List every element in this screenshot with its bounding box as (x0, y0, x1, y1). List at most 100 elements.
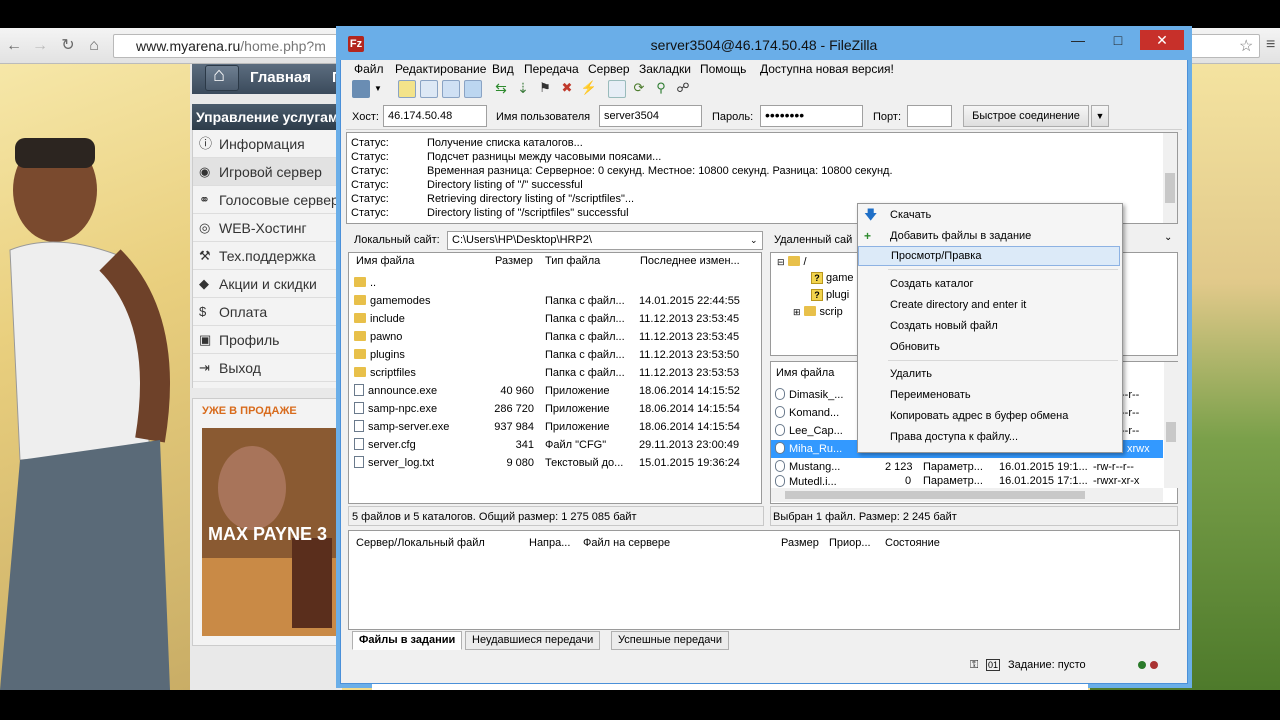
address-bar[interactable]: www.myarena.ru/home.php?m (113, 34, 343, 58)
menu-item-promotions[interactable]: ◆ Акции и скидки (193, 270, 343, 298)
menu-item-profile[interactable]: ▣ Профиль (193, 326, 343, 354)
table-row[interactable]: server_log.txt 9 080 Текстовый до... 15.01.… (354, 454, 758, 472)
scroll-thumb[interactable] (1166, 422, 1176, 442)
password-input[interactable]: •••••••• (760, 105, 863, 127)
tree-item-root[interactable]: ⊟ / (777, 253, 807, 271)
refresh-icon[interactable]: ⇆ (492, 80, 510, 98)
table-row[interactable]: samp-server.exe 937 984 Приложение 18.06.20… (354, 418, 758, 436)
tab-successful-transfers[interactable]: Успешные передачи (611, 631, 730, 650)
table-row[interactable]: plugins Папка с файл... 11.12.2013 23:53:5… (354, 346, 758, 364)
vertical-scrollbar[interactable] (1164, 362, 1178, 488)
queue-col-size[interactable]: Размер (781, 537, 819, 549)
address-bar-end[interactable]: ☆ (1188, 34, 1260, 58)
queue-col-direction[interactable]: Напра... (529, 537, 570, 549)
forward-arrow-icon[interactable]: → (30, 36, 50, 56)
process-queue-icon[interactable]: ⇣ (514, 80, 532, 98)
menu-item-permissions[interactable]: Права доступа к файлу... (858, 427, 1120, 447)
table-row[interactable]: announce.exe 40 960 Приложение 18.06.2014 1… (354, 382, 758, 400)
queue-col-status[interactable]: Состояние (885, 537, 940, 549)
menu-item-web-hosting[interactable]: ◎ WEB-Хостинг (193, 214, 343, 242)
menu-server[interactable]: Сервер (588, 62, 630, 76)
menu-view[interactable]: Вид (492, 62, 514, 76)
site-home-button[interactable]: ⌂ (205, 64, 239, 91)
search-files-icon[interactable]: ⚲ (652, 80, 670, 98)
chevron-down-icon[interactable]: ⌄ (750, 232, 758, 249)
quickconnect-button[interactable]: Быстрое соединение (963, 105, 1089, 127)
col-header-type[interactable]: Тип файла (545, 255, 600, 267)
close-icon[interactable]: ✕ (1140, 30, 1184, 50)
table-row[interactable]: include Папка с файл... 11.12.2013 23:53:4… (354, 310, 758, 328)
compare-icon[interactable] (608, 80, 626, 98)
remote-col-header-name[interactable]: Имя файла (776, 367, 834, 379)
tree-item[interactable]: ⊞ scrip (793, 303, 843, 321)
disconnect-icon[interactable]: ⚡ (580, 80, 598, 98)
horizontal-scrollbar[interactable] (771, 488, 1163, 502)
table-row[interactable]: .. (354, 274, 376, 292)
cancel-icon[interactable]: ✖ (558, 80, 576, 98)
tree-item[interactable]: ? plugi (811, 286, 849, 304)
menu-bookmarks[interactable]: Закладки (639, 62, 691, 76)
back-arrow-icon[interactable]: ← (4, 36, 24, 56)
queue-col-priority[interactable]: Приор... (829, 537, 871, 549)
toggle-log-icon[interactable] (398, 80, 416, 98)
table-row[interactable]: server.cfg 341 Файл "CFG" 29.11.2013 23:00:… (354, 436, 758, 454)
menu-item-rename[interactable]: Переименовать (858, 385, 1120, 405)
menu-item-create-file[interactable]: Создать новый файл (858, 316, 1120, 336)
star-icon[interactable]: ☆ (1239, 36, 1253, 56)
binoculars-icon[interactable]: ☍ (674, 80, 692, 98)
queue-col-server-local[interactable]: Сервер/Локальный файл (356, 537, 485, 549)
promo-banner[interactable]: MAX PAYNE 3 (202, 428, 342, 636)
menu-item-payment[interactable]: $ Оплата (193, 298, 343, 326)
table-row[interactable]: samp-npc.exe 286 720 Приложение 18.06.2014 … (354, 400, 758, 418)
menu-item-delete[interactable]: Удалить (858, 364, 1120, 384)
menu-item-view-edit[interactable]: Просмотр/Правка (858, 246, 1120, 266)
port-input[interactable] (907, 105, 952, 127)
sync-browse-icon[interactable]: ⟳ (630, 80, 648, 98)
minimize-icon[interactable]: — (1060, 30, 1096, 50)
log-scrollbar[interactable] (1163, 133, 1177, 223)
menu-edit[interactable]: Редактирование (395, 62, 486, 76)
scroll-thumb[interactable] (785, 491, 1085, 499)
menu-item-refresh[interactable]: Обновить (858, 337, 1120, 357)
local-path-input[interactable]: C:\Users\HP\Desktop\HRP2\ ⌄ (447, 231, 763, 250)
browser-menu-icon[interactable]: ≡ (1266, 36, 1275, 54)
menu-item-voice[interactable]: ⚭ Голосовые сервера (193, 186, 343, 214)
menu-item-logout[interactable]: ⇥ Выход (193, 354, 343, 382)
col-header-size[interactable]: Размер (495, 255, 533, 267)
tab-failed-transfers[interactable]: Неудавшиеся передачи (465, 631, 601, 650)
table-row[interactable]: gamemodes Папка с файл... 14.01.2015 22:44… (354, 292, 758, 310)
maximize-icon[interactable]: □ (1100, 30, 1136, 50)
toggle-remote-tree-icon[interactable] (442, 80, 460, 98)
quickconnect-dropdown-icon[interactable]: ▼ (1091, 105, 1109, 127)
host-input[interactable]: 46.174.50.48 (383, 105, 487, 127)
menu-item-game-server[interactable]: ◉ Игровой сервер (193, 158, 343, 186)
scroll-thumb[interactable] (1165, 173, 1175, 203)
home-icon[interactable]: ⌂ (84, 36, 104, 56)
col-header-name[interactable]: Имя файла (356, 255, 414, 267)
nav-home-link[interactable]: Главная (250, 64, 311, 92)
menu-item-support[interactable]: ⚒ Тех.поддержка (193, 242, 343, 270)
menu-transfer[interactable]: Передача (524, 62, 579, 76)
queue-col-remote-file[interactable]: Файл на сервере (583, 537, 670, 549)
toggle-tree-icon[interactable] (420, 80, 438, 98)
table-row[interactable]: pawno Папка с файл... 11.12.2013 23:53:45 (354, 328, 758, 346)
username-input[interactable]: server3504 (599, 105, 702, 127)
flag-icon[interactable]: ⚑ (536, 80, 554, 98)
table-row[interactable]: Mustang... 2 123 Параметр... 16.01.2015 19:… (775, 458, 1161, 476)
menu-new-version[interactable]: Доступна новая версия! (760, 62, 894, 76)
tab-queued-files[interactable]: Файлы в задании (352, 631, 463, 650)
chevron-down-icon[interactable]: ⌄ (1164, 232, 1172, 243)
menu-item-create-dir-enter[interactable]: Create directory and enter it (858, 295, 1120, 315)
menu-help[interactable]: Помощь (700, 62, 746, 76)
tree-item[interactable]: ? game (811, 269, 854, 287)
menu-item-copy-url[interactable]: Копировать адрес в буфер обмена (858, 406, 1120, 426)
dropdown-icon[interactable]: ▼ (374, 80, 384, 98)
menu-item-create-dir[interactable]: Создать каталог (858, 274, 1120, 294)
transfer-queue[interactable]: Сервер/Локальный файл Напра... Файл на с… (348, 530, 1180, 630)
table-row[interactable]: Mutedl.i... 0 Параметр... 16.01.2015 17:1..… (775, 475, 1161, 487)
reload-icon[interactable]: ↻ (58, 36, 78, 56)
menu-file[interactable]: Файл (354, 62, 384, 76)
menu-item-add-to-queue[interactable]: + Добавить файлы в задание (858, 226, 1120, 246)
menu-item-download[interactable]: 🡇 Скачать (858, 205, 1120, 225)
col-header-date[interactable]: Последнее измен... (640, 255, 740, 267)
